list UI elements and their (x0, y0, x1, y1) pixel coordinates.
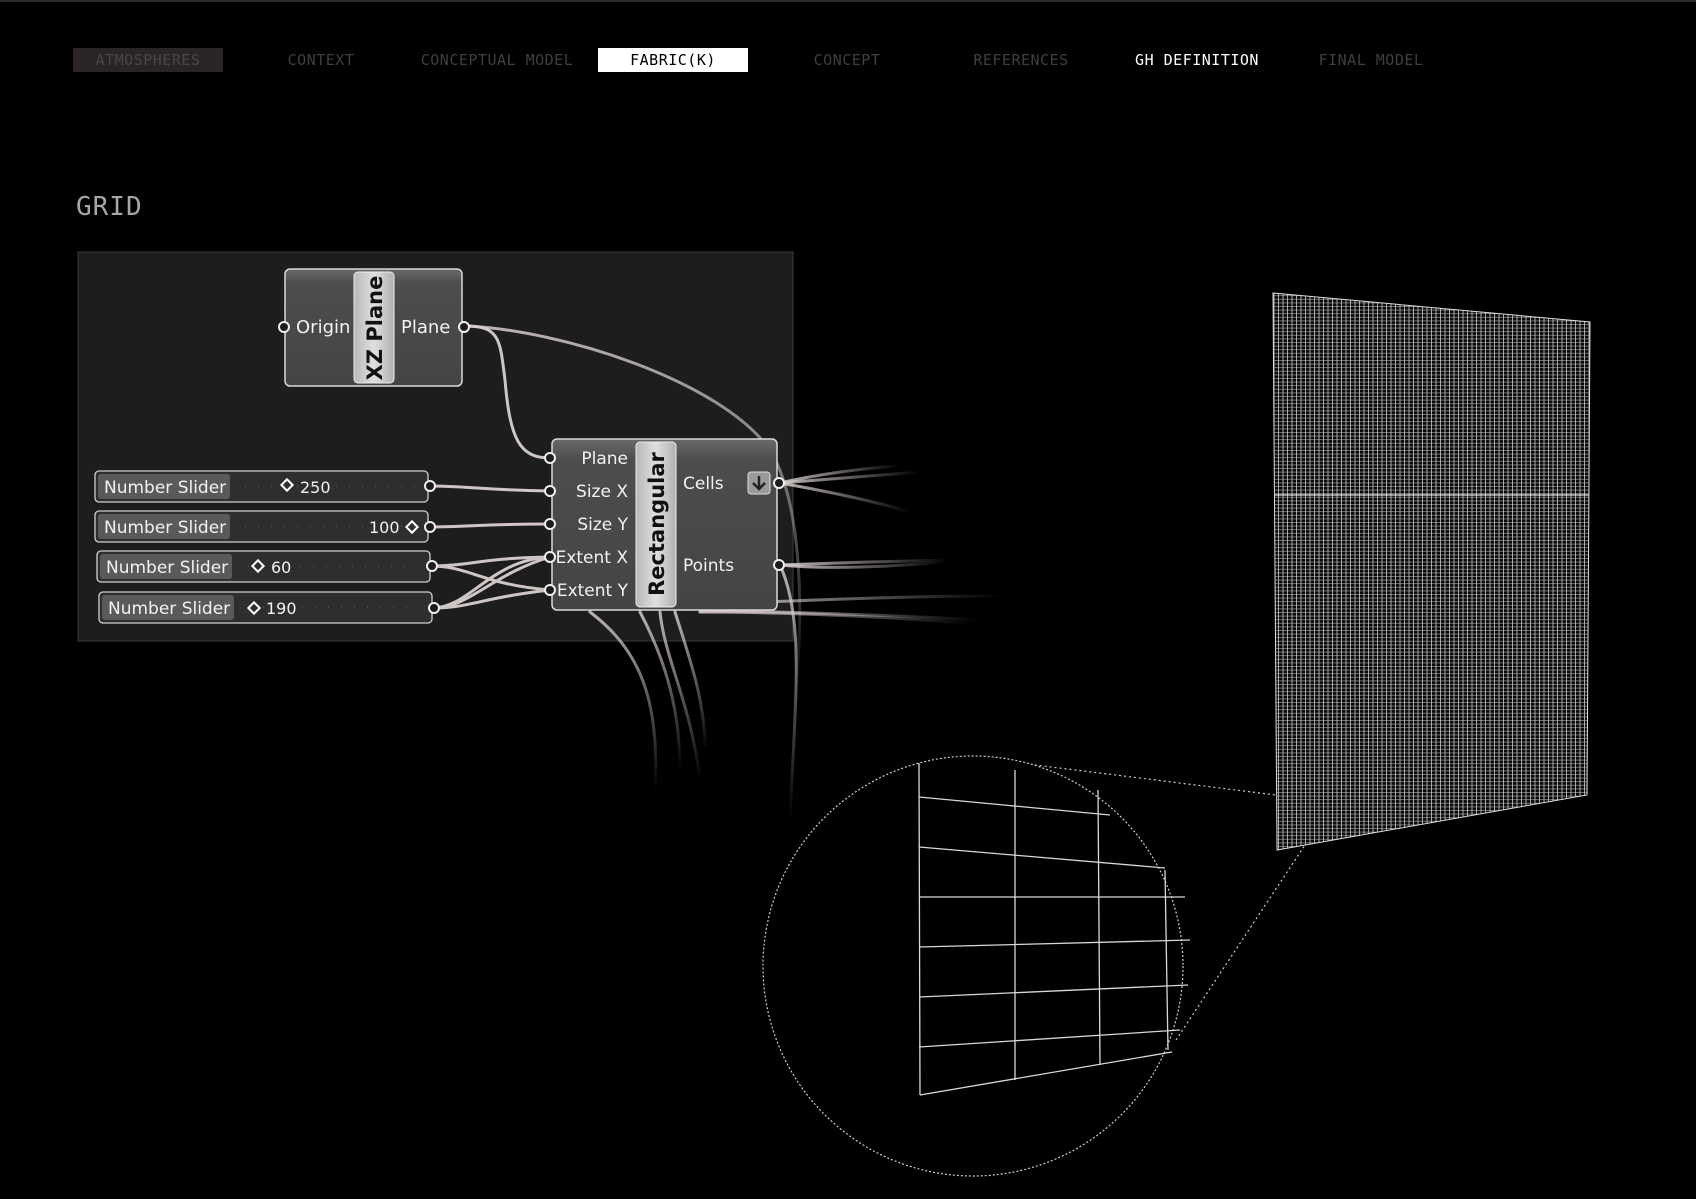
rectangular-component[interactable]: Rectangular Plane Size X Size Y Extent X… (544, 438, 785, 611)
grid-mesh-render (1272, 292, 1591, 851)
slider-value: 60 (271, 558, 291, 577)
rect-output-points: Points (683, 556, 734, 576)
rect-grip-points[interactable] (773, 559, 785, 571)
xz-plane-output-grip[interactable] (458, 321, 470, 333)
number-slider[interactable]: Number Slider 190 (98, 591, 440, 624)
slider-label: Number Slider (106, 558, 228, 578)
number-slider[interactable]: Number Slider 60 (96, 550, 438, 583)
rect-output-cells: Cells (683, 474, 724, 494)
xz-plane-output-plane: Plane (401, 317, 450, 338)
xz-plane-input-grip[interactable] (278, 321, 290, 333)
diagram-canvas: XZ Plane Origin Plane Rectangular Plane … (77, 251, 1591, 1177)
xz-plane-input-origin: Origin (296, 317, 350, 338)
rect-grip-size-y[interactable] (544, 518, 556, 530)
slider-value: 100 (369, 518, 400, 537)
number-slider[interactable]: Number Slider 100 (94, 510, 436, 543)
rect-input-extent-x: Extent X (556, 548, 629, 568)
slider-label: Number Slider (104, 478, 226, 498)
zoom-connector (1175, 844, 1306, 1041)
rect-input-extent-y: Extent Y (557, 581, 629, 601)
rect-grip-extent-x[interactable] (544, 551, 556, 563)
rect-input-size-y: Size Y (577, 515, 628, 535)
rect-input-size-x: Size X (576, 482, 628, 502)
number-slider[interactable]: Number Slider 250 (94, 470, 436, 503)
slider-value: 250 (300, 478, 331, 497)
rect-grip-extent-y[interactable] (544, 584, 556, 596)
slider-label: Number Slider (108, 599, 230, 619)
rect-grip-cells[interactable] (773, 477, 785, 489)
xz-plane-title: XZ Plane (363, 276, 387, 381)
rect-grip-size-x[interactable] (544, 485, 556, 497)
arrow-down-icon[interactable] (747, 471, 771, 495)
slider-label: Number Slider (104, 518, 226, 538)
slider-value: 190 (266, 599, 297, 618)
rect-grip-plane[interactable] (544, 452, 556, 464)
zoom-detail (762, 755, 1191, 1177)
xz-plane-component[interactable]: XZ Plane Origin Plane (278, 268, 470, 387)
rectangular-title: Rectangular (645, 451, 669, 595)
rect-input-plane: Plane (581, 449, 628, 469)
